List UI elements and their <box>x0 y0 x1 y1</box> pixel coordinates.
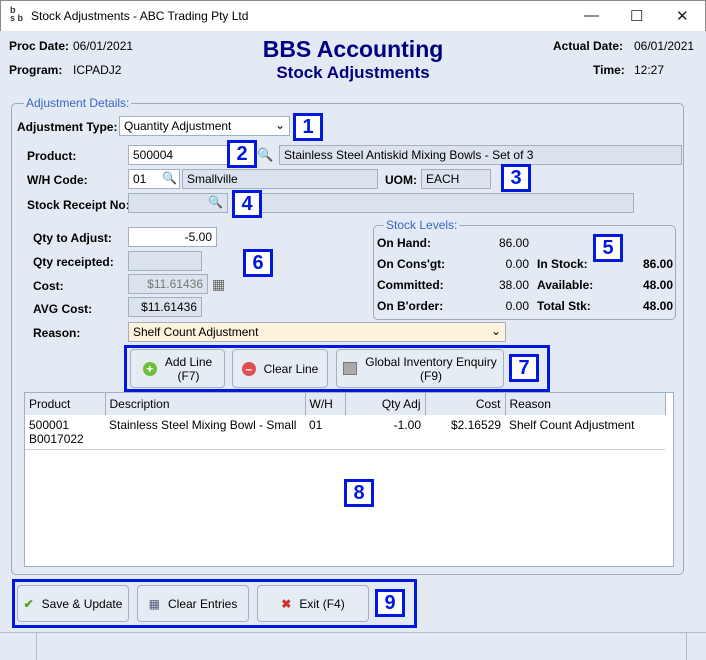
callout-4: 4 <box>232 190 262 218</box>
on-consgt-value: 0.00 <box>505 257 529 271</box>
global-inventory-label: Global Inventory Enquiry (F9) <box>365 354 497 383</box>
product-label: Product: <box>27 149 77 163</box>
on-hand-label: On Hand: <box>377 236 431 250</box>
total-stk-value: 48.00 <box>642 299 673 313</box>
column-header-reason[interactable]: Reason <box>505 393 666 415</box>
in-stock-label: In Stock: <box>537 257 588 271</box>
minimize-button[interactable]: — <box>584 7 599 24</box>
plus-icon: + <box>142 361 157 376</box>
available-value: 48.00 <box>642 278 673 292</box>
exit-button[interactable]: ✖ Exit (F4) <box>257 585 369 622</box>
clear-entries-icon: ▦ <box>148 596 160 611</box>
callout-9: 9 <box>375 589 405 617</box>
status-bar <box>0 632 706 660</box>
cell-cost: $2.16529 <box>450 418 501 432</box>
cell-description: Stainless Steel Mixing Bowl - Small <box>109 418 297 432</box>
grid-header-row: Product Description W/H Qty Adj Cost Rea… <box>25 393 666 415</box>
add-line-label: Add Line (F7) <box>164 354 213 383</box>
column-header-wh[interactable]: W/H <box>305 393 346 415</box>
callout-5: 5 <box>593 234 623 262</box>
window-title: Stock Adjustments - ABC Trading Pty Ltd <box>31 9 249 23</box>
stock-receipt-label: Stock Receipt No: <box>27 198 130 212</box>
wh-code-input[interactable]: 01 🔍 <box>128 169 180 189</box>
callout-7: 7 <box>509 354 539 382</box>
on-consgt-label: On Cons'gt: <box>377 257 446 271</box>
exit-label: Exit (F4) <box>299 596 345 611</box>
on-hand-value: 86.00 <box>498 236 529 250</box>
save-update-button[interactable]: ✔ Save & Update <box>17 585 129 622</box>
minus-icon: – <box>241 361 256 376</box>
clear-entries-button[interactable]: ▦ Clear Entries <box>137 585 249 622</box>
cell-reason: Shelf Count Adjustment <box>509 418 635 432</box>
column-header-description[interactable]: Description <box>105 393 306 415</box>
adjustment-details-title: Adjustment Details: <box>24 96 132 110</box>
on-border-value: 0.00 <box>505 299 529 313</box>
total-stk-label: Total Stk: <box>537 299 591 313</box>
calculator-icon[interactable]: ▦ <box>212 276 225 293</box>
global-inventory-enquiry-button[interactable]: Global Inventory Enquiry (F9) <box>336 349 504 388</box>
uom-label: UOM: <box>385 173 417 187</box>
stock-receipt-description <box>259 193 634 213</box>
reason-select[interactable]: Shelf Count Adjustment ⌄ <box>128 322 506 342</box>
close-button[interactable]: ✕ <box>676 7 689 25</box>
chevron-down-icon: ⌄ <box>274 118 285 132</box>
adjustment-type-select[interactable]: Quantity Adjustment ⌄ <box>119 116 290 136</box>
wh-search-icon[interactable]: 🔍 <box>162 171 177 185</box>
callout-1: 1 <box>293 113 323 141</box>
product-search-icon[interactable]: 🔍 <box>257 147 273 163</box>
inventory-icon <box>343 362 358 375</box>
cell-product: 500001 B0017022 <box>29 418 84 446</box>
cell-wh: 01 <box>309 418 323 432</box>
product-description: Stainless Steel Antiskid Mixing Bowls - … <box>279 145 682 165</box>
wh-code-label: W/H Code: <box>27 173 88 187</box>
receipt-search-icon[interactable]: 🔍 <box>208 195 223 209</box>
title-bar: bs b Stock Adjustments - ABC Trading Pty… <box>0 0 706 31</box>
cell-qty-adj: -1.00 <box>393 418 421 432</box>
reason-value: Shelf Count Adjustment <box>133 325 259 339</box>
adjustment-type-label: Adjustment Type: <box>17 120 118 134</box>
time: 12:27 <box>634 63 665 77</box>
callout-8: 8 <box>344 479 374 507</box>
maximize-button[interactable]: ☐ <box>630 7 643 25</box>
save-update-label: Save & Update <box>41 596 123 611</box>
uom-value: EACH <box>421 169 491 189</box>
stock-levels-title: Stock Levels: <box>384 218 460 232</box>
column-header-qty-adj[interactable]: Qty Adj <box>345 393 426 415</box>
wh-name: Smallville <box>182 169 378 189</box>
committed-label: Committed: <box>377 278 444 292</box>
table-row[interactable]: 500001 B0017022 Stainless Steel Mixing Bo… <box>25 415 665 450</box>
cost-input[interactable]: $11.61436 <box>128 274 208 294</box>
avg-cost-label: AVG Cost: <box>33 302 93 316</box>
committed-value: 38.00 <box>498 278 529 292</box>
add-line-button[interactable]: + Add Line (F7) <box>130 349 225 388</box>
available-label: Available: <box>537 278 594 292</box>
column-header-product[interactable]: Product <box>25 393 106 415</box>
wh-code-value: 01 <box>133 172 147 186</box>
avg-cost-value: $11.61436 <box>128 297 202 317</box>
qty-receipted-value <box>128 251 202 271</box>
app-logo-icon: bs b <box>10 5 24 23</box>
qty-receipted-label: Qty receipted: <box>33 255 114 269</box>
checkmark-icon: ✔ <box>23 596 34 611</box>
column-header-cost[interactable]: Cost <box>425 393 506 415</box>
close-x-icon: ✖ <box>281 596 292 611</box>
callout-3: 3 <box>501 164 531 192</box>
qty-to-adjust-label: Qty to Adjust: <box>33 231 112 245</box>
cost-label: Cost: <box>33 279 64 293</box>
callout-6: 6 <box>243 249 273 277</box>
chevron-down-icon: ⌄ <box>490 324 501 338</box>
clear-entries-label: Clear Entries <box>167 596 238 611</box>
on-border-label: On B'order: <box>377 299 444 313</box>
reason-label: Reason: <box>33 326 81 340</box>
time-label: Time: <box>593 63 625 77</box>
clear-line-label: Clear Line <box>263 361 319 376</box>
actual-date: 06/01/2021 <box>634 39 695 53</box>
clear-line-button[interactable]: – Clear Line <box>232 349 328 388</box>
adjustment-type-value: Quantity Adjustment <box>124 119 232 133</box>
actual-date-label: Actual Date: <box>553 39 624 53</box>
qty-to-adjust-input[interactable]: -5.00 <box>128 227 217 247</box>
callout-2: 2 <box>227 140 257 168</box>
